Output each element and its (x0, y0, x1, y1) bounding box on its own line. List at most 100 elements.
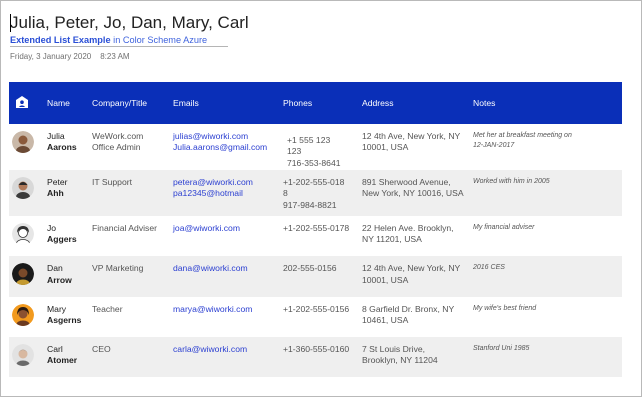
note: My wife's best friend (473, 304, 536, 314)
phone-number-wrap: 123 (287, 146, 302, 157)
avatar (12, 131, 34, 153)
email-link[interactable]: Julia.aarons@gmail.com (173, 142, 267, 153)
email-link[interactable]: petera@wiworki.com (173, 177, 253, 188)
column-header-notes[interactable]: Notes (473, 98, 495, 108)
contact-name: Carl Atomer (47, 344, 77, 367)
note-line: Worked with him in 2005 (473, 178, 550, 185)
address-line: 12 4th Ave, New York, NY (362, 263, 461, 274)
company-title: CEO (92, 344, 111, 355)
company: IT Support (92, 177, 132, 187)
email-link[interactable]: pa12345@hotmail (173, 188, 253, 199)
company-title: Teacher (92, 304, 123, 315)
table-row: Julia Aarons WeWork.com Office Admin julia… (9, 124, 622, 170)
phone-number[interactable]: +1 555 123 (283, 135, 341, 146)
email-link[interactable]: julias@wiworki.com (173, 131, 267, 142)
note: My financial adviser (473, 223, 534, 233)
table-row: Dan Arrow VP Marketing dana@wiworki.com 2… (9, 256, 622, 297)
note-line: My wife's best friend (473, 304, 537, 312)
text-cursor (10, 14, 11, 32)
company-title: Financial Adviser (92, 223, 157, 234)
emails: joa@wiworki.com (173, 223, 240, 234)
address: 12 4th Ave, New York, NY 10001, USA (362, 263, 460, 286)
date-line: Friday, 3 January 2020 8:23 AM (10, 52, 130, 61)
note-line: Stanford Uni 1985 (473, 344, 530, 352)
last-name: Asgerns (47, 315, 82, 325)
avatar (12, 303, 34, 326)
email-link[interactable]: joa@wiworki.com (173, 223, 240, 234)
phone-number[interactable]: 202-555-0156 (283, 263, 337, 274)
emails: carla@wiworki.com (173, 344, 247, 355)
note-line: Met her at breakfast meeting on (473, 132, 572, 139)
email-link[interactable]: dana@wiworki.com (173, 263, 248, 274)
phones: 202-555-0156 (283, 263, 337, 274)
address-line: 12 4th Ave, New York, NY (362, 131, 461, 141)
address: 7 St Louis Drive, Brooklyn, NY 11204 (362, 344, 438, 367)
contact-name: Julia Aarons (47, 131, 77, 154)
column-header-emails[interactable]: Emails (173, 98, 199, 108)
table-header-row: Name Company/Title Emails Phones Address… (9, 82, 622, 124)
avatar (12, 343, 34, 366)
email-link[interactable]: marya@wiworki.com (173, 304, 252, 315)
address-line: 10001, USA (362, 274, 409, 285)
column-header-company[interactable]: Company/Title (92, 98, 147, 108)
company: CEO (92, 343, 111, 354)
company: Financial Adviser (92, 223, 157, 233)
phones: +1-202-555-0178 (283, 223, 349, 234)
last-name: Atomer (47, 355, 78, 366)
phone-number[interactable]: +1-202-555-0178 (283, 223, 349, 234)
contact-name: Mary Asgerns (47, 304, 81, 327)
column-header-phones[interactable]: Phones (283, 98, 312, 108)
phone-number[interactable]: 917-984-8821 (283, 200, 344, 211)
last-name: Aarons (47, 142, 77, 153)
address-line: 10001, USA (362, 142, 409, 153)
document-header: Julia, Peter, Jo, Dan, Mary, Carl Extend… (10, 12, 249, 47)
table-row: Jo Aggers Financial Adviser joa@wiworki.c… (9, 216, 622, 257)
phones: +1 555 123 123 716-353-8641 (283, 135, 341, 169)
table-row: Mary Asgerns Teacher marya@wiworki.com +1… (9, 296, 622, 337)
note-line: 12-JAN-2017 (473, 141, 515, 149)
emails: julias@wiworki.com Julia.aarons@gmail.com (173, 131, 267, 154)
time-text: 8:23 AM (100, 52, 130, 61)
phone-number[interactable]: +1-202-555-0156 (283, 304, 349, 315)
first-name: Mary (47, 303, 67, 314)
emails: marya@wiworki.com (173, 304, 252, 315)
phone-number[interactable]: +1-360-555-0160 (283, 344, 349, 355)
table-row: Carl Atomer CEO carla@wiworki.com +1-360-… (9, 336, 622, 378)
last-name: Ahh (47, 188, 64, 199)
first-name: Jo (47, 223, 57, 233)
document-subtitle: Extended List Example in Color Scheme Az… (10, 34, 228, 46)
avatar (12, 263, 34, 286)
company-title: VP Marketing (92, 263, 143, 274)
address-line: New York, NY 10016, USA (362, 188, 464, 199)
contact-name: Jo Aggers (47, 223, 77, 246)
column-header-name[interactable]: Name (47, 98, 70, 108)
last-name: Aggers (47, 234, 77, 245)
phone-number-wrap: 8 (283, 188, 288, 199)
subtitle-strong: Extended List Example (10, 35, 111, 45)
document-title-text[interactable]: Julia, Peter, Jo, Dan, Mary, Carl (10, 13, 249, 32)
company-title: WeWork.com Office Admin (92, 131, 143, 154)
address-line: 10461, USA (362, 315, 409, 325)
last-name: Arrow (47, 274, 72, 285)
column-header-address[interactable]: Address (362, 98, 394, 108)
avatar (12, 223, 34, 245)
phone-number[interactable]: +1-202-555-018 (283, 177, 344, 188)
emails: petera@wiworki.com pa12345@hotmail (173, 177, 253, 200)
address-line: 7 St Louis Drive, (362, 343, 426, 354)
phones: +1-202-555-018 8 917-984-8821 (283, 177, 344, 211)
phone-number[interactable]: 716-353-8641 (283, 158, 341, 169)
email-link[interactable]: carla@wiworki.com (173, 344, 247, 355)
company: Teacher (92, 303, 123, 314)
contact-card-icon (16, 96, 28, 108)
note: Stanford Uni 1985 (473, 344, 529, 354)
address-line: 891 Sherwood Avenue, (362, 177, 451, 187)
first-name: Dan (47, 263, 63, 274)
first-name: Peter (47, 177, 68, 187)
document-title[interactable]: Julia, Peter, Jo, Dan, Mary, Carl (10, 12, 249, 34)
company: VP Marketing (92, 263, 144, 274)
address-line: 8 Garfield Dr. Bronx, NY (362, 303, 455, 314)
address-line: NY 11201, USA (362, 234, 422, 245)
address: 8 Garfield Dr. Bronx, NY 10461, USA (362, 304, 454, 327)
note: Worked with him in 2005 (473, 177, 550, 187)
contacts-table: Name Company/Title Emails Phones Address… (9, 82, 622, 378)
